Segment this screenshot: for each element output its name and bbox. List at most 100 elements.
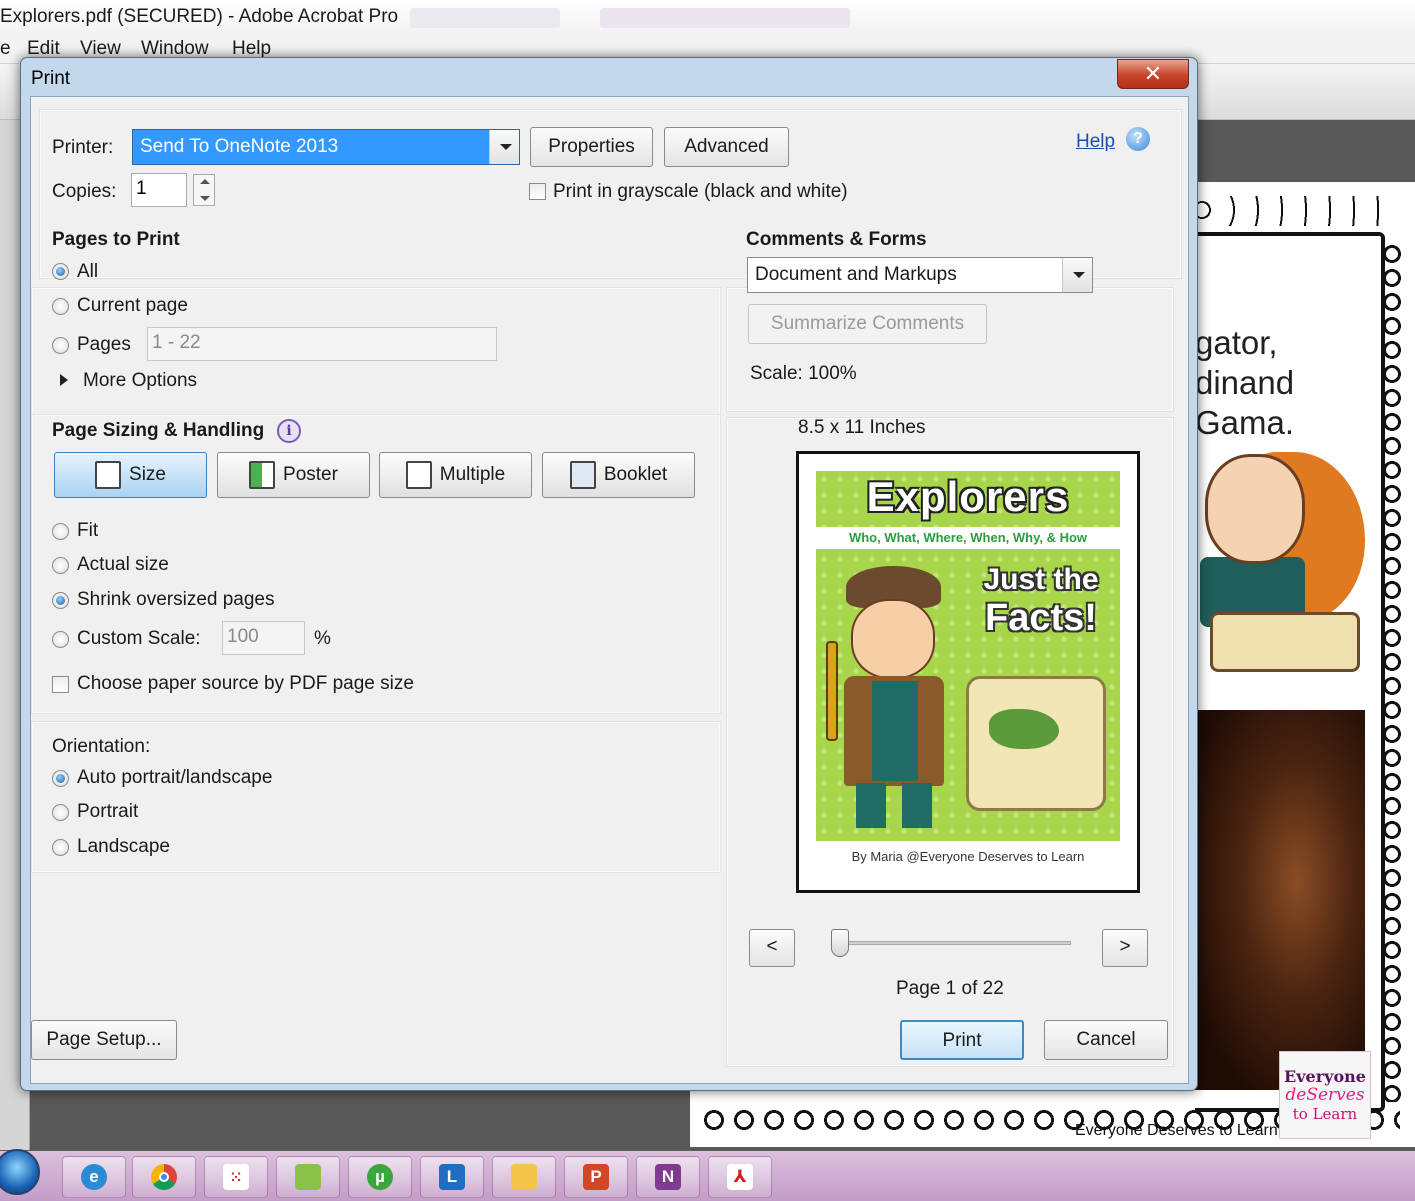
map-scroll-illustration	[966, 676, 1106, 811]
advanced-button[interactable]: Advanced	[664, 127, 789, 167]
chevron-down-icon	[489, 130, 519, 164]
page-preview: Explorers Who, What, Where, When, Why, &…	[796, 451, 1140, 893]
comments-forms-value: Document and Markups	[755, 264, 957, 285]
cover-thumbnail: Explorers Who, What, Where, When, Why, &…	[816, 471, 1120, 873]
booklet-tab[interactable]: Booklet	[542, 452, 695, 498]
properties-button[interactable]: Properties	[530, 127, 653, 167]
doc-footer: Everyone Deserves to Learn	[1075, 1122, 1278, 1139]
close-button[interactable]: ✕	[1117, 59, 1189, 89]
network-icon[interactable]	[492, 1156, 556, 1198]
pages-range-label: Pages	[77, 334, 131, 355]
doc-text-line: Gama.	[1195, 404, 1295, 441]
cover-tagline: Facts!	[985, 597, 1097, 639]
page-slider-thumb[interactable]	[831, 929, 849, 957]
chrome-icon[interactable]	[132, 1156, 196, 1198]
fit-label: Fit	[77, 520, 99, 541]
map-continent	[989, 709, 1059, 749]
portrait-painting	[1195, 710, 1365, 1090]
multiple-pages-icon	[405, 461, 432, 489]
all-pages-radio[interactable]	[52, 263, 69, 280]
paper-source-checkbox[interactable]	[52, 676, 69, 693]
poster-tab-label: Poster	[283, 464, 338, 485]
page-setup-button[interactable]: Page Setup...	[31, 1020, 177, 1060]
help-link[interactable]: Help	[1076, 131, 1115, 153]
current-page-label: Current page	[77, 295, 188, 316]
copies-input[interactable]: 1	[131, 173, 187, 207]
paper-source-label: Choose paper source by PDF page size	[77, 673, 414, 694]
spyglass-illustration	[826, 641, 838, 741]
print-button[interactable]: Print	[900, 1020, 1024, 1060]
more-options-toggle[interactable]: More Options	[83, 370, 197, 392]
portrait-label: Portrait	[77, 801, 139, 822]
menu-file[interactable]: e	[0, 38, 11, 60]
custom-scale-label: Custom Scale:	[77, 628, 201, 649]
shrink-oversized-label: Shrink oversized pages	[77, 589, 275, 610]
onenote-icon[interactable]: N	[636, 1156, 700, 1198]
portrait-radio[interactable]	[52, 804, 69, 821]
grayscale-checkbox[interactable]	[529, 183, 546, 200]
comments-forms-select[interactable]: Document and Markups	[747, 257, 1093, 293]
scale-label: Scale: 100%	[750, 363, 857, 384]
brand-logo-line: to Learn	[1292, 1105, 1358, 1123]
info-icon[interactable]: i	[277, 419, 301, 443]
booklet-tab-label: Booklet	[603, 464, 668, 485]
prev-page-button[interactable]: <	[749, 929, 795, 967]
pages-range-input[interactable]: 1 - 22	[147, 327, 497, 361]
page-sizing-heading: Page Sizing & Handling	[52, 420, 265, 441]
landscape-label: Landscape	[77, 836, 170, 857]
current-page-radio[interactable]	[52, 298, 69, 315]
apps-icon[interactable]: ⁙	[204, 1156, 268, 1198]
help-icon[interactable]: ?	[1126, 127, 1150, 151]
lync-icon[interactable]: L	[420, 1156, 484, 1198]
explorer-vest	[872, 681, 918, 781]
chevron-down-icon	[1062, 258, 1092, 292]
fit-radio[interactable]	[52, 523, 69, 540]
poster-tab[interactable]: Poster	[217, 452, 370, 498]
powerpoint-icon[interactable]: P	[564, 1156, 628, 1198]
utorrent-icon[interactable]: µ	[348, 1156, 412, 1198]
size-icon	[95, 461, 122, 489]
dialog-body: Printer: Send To OneNote 2013 Properties…	[30, 96, 1189, 1084]
shrink-oversized-radio[interactable]	[52, 592, 69, 609]
landscape-radio[interactable]	[52, 839, 69, 856]
chevron-up-icon[interactable]	[200, 179, 210, 184]
poster-icon	[249, 461, 276, 489]
cancel-button[interactable]: Cancel	[1044, 1020, 1168, 1060]
actual-size-label: Actual size	[77, 554, 169, 575]
map-illustration	[1210, 612, 1360, 672]
cover-title: Explorers	[866, 473, 1070, 520]
acrobat-icon[interactable]: ⅄	[708, 1156, 772, 1198]
paper-size-label: 8.5 x 11 Inches	[798, 417, 926, 438]
explorer-leg	[902, 783, 932, 828]
doc-text-line: dinand	[1195, 364, 1295, 401]
printer-select[interactable]: Send To OneNote 2013	[132, 129, 520, 165]
ie-icon[interactable]: e	[62, 1156, 126, 1198]
orientation-heading: Orientation:	[52, 736, 151, 757]
cover-byline: By Maria @Everyone Deserves to Learn	[816, 841, 1120, 873]
multiple-tab[interactable]: Multiple	[379, 452, 532, 498]
expand-triangle-icon[interactable]	[60, 374, 68, 386]
custom-scale-input[interactable]: 100	[222, 621, 305, 655]
page-slider-track[interactable]	[843, 941, 1071, 945]
size-tab[interactable]: Size	[54, 452, 207, 498]
copies-stepper[interactable]	[193, 174, 215, 206]
ghost-browser-tab	[410, 8, 560, 28]
app-title-bar: Explorers.pdf (SECURED) - Adobe Acrobat …	[0, 0, 1415, 34]
brand-logo-line: Everyone	[1284, 1067, 1366, 1086]
summarize-comments-button[interactable]: Summarize Comments	[748, 304, 987, 344]
all-pages-label: All	[77, 261, 99, 282]
folders-icon[interactable]	[276, 1156, 340, 1198]
custom-scale-radio[interactable]	[52, 631, 69, 648]
printer-label: Printer:	[52, 137, 114, 158]
chevron-down-icon[interactable]	[200, 196, 210, 201]
next-page-button[interactable]: >	[1102, 929, 1148, 967]
auto-orientation-label: Auto portrait/landscape	[77, 767, 273, 788]
pages-range-radio[interactable]	[52, 337, 69, 354]
cover-tagline: Just the	[983, 563, 1099, 596]
explorer-face	[851, 599, 935, 679]
cover-subtitle: Who, What, Where, When, Why, & How	[816, 527, 1120, 549]
actual-size-radio[interactable]	[52, 557, 69, 574]
page-indicator: Page 1 of 22	[896, 978, 1004, 999]
auto-orientation-radio[interactable]	[52, 770, 69, 787]
printer-value: Send To OneNote 2013	[140, 136, 339, 157]
